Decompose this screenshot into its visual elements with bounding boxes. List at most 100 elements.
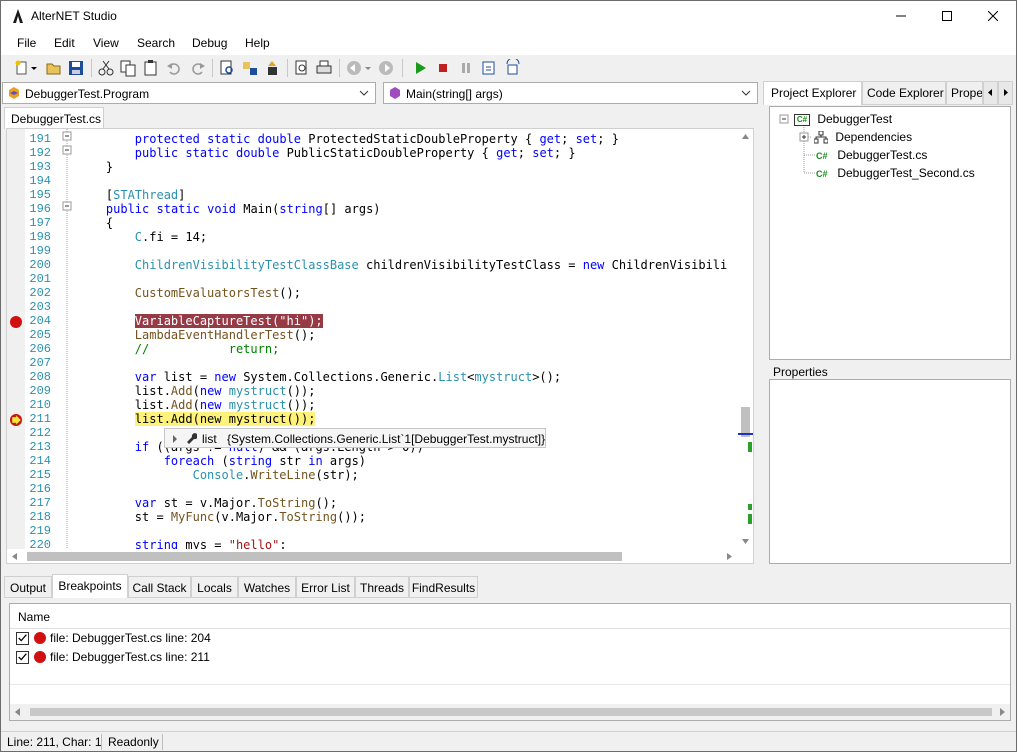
back-dropdown-icon[interactable]: [363, 59, 373, 77]
code-line[interactable]: Console.WriteLine(str);: [77, 468, 359, 482]
code-editor[interactable]: 191 192 193 194 195 196 197 198 199 200 201 202 203 2…: [6, 128, 754, 564]
breakpoint-current-icon[interactable]: [9, 413, 23, 427]
code-line[interactable]: [STAThread]: [77, 188, 186, 202]
document-tab[interactable]: DebuggerTest.cs: [4, 107, 104, 129]
code-line[interactable]: foreach (string str in args): [77, 454, 366, 468]
copy-icon[interactable]: [119, 59, 137, 77]
editor-vertical-scrollbar[interactable]: [738, 129, 753, 549]
member-combo[interactable]: Main(string[] args): [383, 82, 758, 104]
header-divider: [10, 628, 1010, 629]
replace-icon[interactable]: [241, 59, 259, 77]
code-line[interactable]: VariableCaptureTest("hi");: [77, 314, 323, 328]
pause-icon[interactable]: [457, 59, 475, 77]
code-line[interactable]: // return;: [77, 342, 280, 356]
project-tree[interactable]: C# DebuggerTest Dependencies C# Debugger…: [769, 106, 1011, 360]
expand-arrow-icon[interactable]: [172, 435, 178, 443]
open-icon[interactable]: [45, 59, 63, 77]
datatip-name: list: [202, 432, 217, 446]
find-icon[interactable]: [218, 59, 236, 77]
code-line[interactable]: }: [77, 160, 113, 174]
forward-icon[interactable]: [377, 59, 395, 77]
tabs-scroll-left-button[interactable]: [983, 81, 998, 105]
code-line[interactable]: list.Add(new mystruct());: [77, 398, 316, 412]
code-line[interactable]: CustomEvaluatorsTest();: [77, 286, 301, 300]
status-position: Line: 211, Char: 1: [7, 735, 102, 749]
maximize-button[interactable]: [924, 1, 970, 31]
code-line[interactable]: C.fi = 14;: [77, 230, 207, 244]
tab-find-results[interactable]: FindResults: [409, 576, 478, 598]
tree-node-file[interactable]: C# DebuggerTest.cs: [816, 148, 927, 162]
code-line[interactable]: var list = new System.Collections.Generi…: [77, 370, 561, 384]
tree-node-project-label: DebuggerTest: [817, 112, 893, 126]
menu-debug[interactable]: Debug: [192, 36, 227, 50]
tab-breakpoints[interactable]: Breakpoints: [52, 574, 128, 598]
tab-watches[interactable]: Watches: [238, 576, 296, 598]
tab-properties[interactable]: Prope: [946, 81, 983, 105]
tab-breakpoints-label: Breakpoints: [58, 579, 122, 593]
stop-icon[interactable]: [434, 59, 452, 77]
paste-icon[interactable]: [142, 59, 160, 77]
code-line[interactable]: public static double PublicStaticDoubleP…: [77, 146, 576, 160]
tree-node-project[interactable]: C# DebuggerTest: [794, 112, 892, 126]
code-line[interactable]: list.Add(new mystruct());: [77, 412, 316, 426]
breakpoint-gutter[interactable]: [7, 129, 25, 549]
step-into-icon[interactable]: [480, 59, 498, 77]
code-line[interactable]: public static void Main(string[] args): [77, 202, 381, 216]
code-line[interactable]: st = MyFunc(v.Major.ToString());: [77, 510, 366, 524]
tab-output[interactable]: Output: [4, 576, 52, 598]
breakpoints-list[interactable]: Name file: DebuggerTest.cs line: 204 fil…: [9, 603, 1011, 721]
tree-node-dependencies[interactable]: Dependencies: [813, 130, 912, 144]
tab-error-list[interactable]: Error List: [296, 576, 355, 598]
tab-project-explorer[interactable]: Project Explorer: [763, 81, 862, 105]
properties-grid[interactable]: [769, 379, 1011, 564]
line-number: 195: [29, 188, 51, 202]
cut-icon[interactable]: [97, 59, 115, 77]
fold-margin[interactable]: [59, 129, 75, 549]
checkbox-checked-icon[interactable]: [16, 632, 29, 645]
wrench-icon: [187, 433, 197, 444]
tree-node-file-label: DebuggerTest_Second.cs: [837, 166, 975, 180]
tab-call-stack[interactable]: Call Stack: [128, 576, 191, 598]
code-area[interactable]: protected static double ProtectedStaticD…: [77, 129, 737, 549]
back-icon[interactable]: [345, 59, 363, 77]
code-line[interactable]: ChildrenVisibilityTestClassBase children…: [77, 258, 727, 272]
minimize-button[interactable]: [878, 1, 924, 31]
app-window: AlterNET Studio File Edit View Search De…: [0, 0, 1017, 752]
line-number: 197: [29, 216, 51, 230]
menu-edit[interactable]: Edit: [54, 36, 75, 50]
print-icon[interactable]: [315, 59, 333, 77]
tab-code-explorer[interactable]: Code Explorer: [862, 81, 946, 105]
debug-datatip[interactable]: list {System.Collections.Generic.List`1[…: [164, 428, 546, 448]
tab-threads[interactable]: Threads: [355, 576, 409, 598]
code-line[interactable]: var st = v.Major.ToString();: [77, 496, 337, 510]
code-line[interactable]: list.Add(new mystruct());: [77, 384, 316, 398]
breakpoints-horizontal-scrollbar[interactable]: [10, 704, 1010, 720]
print-preview-icon[interactable]: [293, 59, 311, 77]
menu-help[interactable]: Help: [245, 36, 270, 50]
step-over-icon[interactable]: [504, 59, 522, 77]
new-dropdown-icon[interactable]: [29, 59, 39, 77]
goto-icon[interactable]: [263, 59, 281, 77]
breakpoint-icon[interactable]: [9, 315, 23, 329]
tab-locals[interactable]: Locals: [191, 576, 238, 598]
save-icon[interactable]: [67, 59, 85, 77]
code-line[interactable]: string mys = "hello";: [77, 538, 287, 549]
code-line[interactable]: {: [77, 216, 113, 230]
run-icon[interactable]: [411, 59, 429, 77]
title-bar: AlterNET Studio: [1, 1, 1016, 31]
menu-search[interactable]: Search: [137, 36, 175, 50]
redo-icon[interactable]: [189, 59, 207, 77]
code-line[interactable]: LambdaEventHandlerTest();: [77, 328, 316, 342]
editor-horizontal-scrollbar[interactable]: [7, 549, 738, 563]
code-line[interactable]: protected static double ProtectedStaticD…: [77, 132, 619, 146]
checkbox-checked-icon[interactable]: [16, 651, 29, 664]
menu-view[interactable]: View: [93, 36, 119, 50]
tabs-scroll-right-button[interactable]: [998, 81, 1013, 105]
status-bar: Line: 211, Char: 1 Readonly: [1, 731, 1016, 751]
undo-icon[interactable]: [165, 59, 183, 77]
class-combo[interactable]: DebuggerTest.Program: [2, 82, 376, 104]
column-header-name[interactable]: Name: [18, 610, 50, 624]
menu-file[interactable]: File: [17, 36, 36, 50]
tree-node-file[interactable]: C# DebuggerTest_Second.cs: [816, 166, 975, 180]
close-button[interactable]: [970, 1, 1016, 31]
